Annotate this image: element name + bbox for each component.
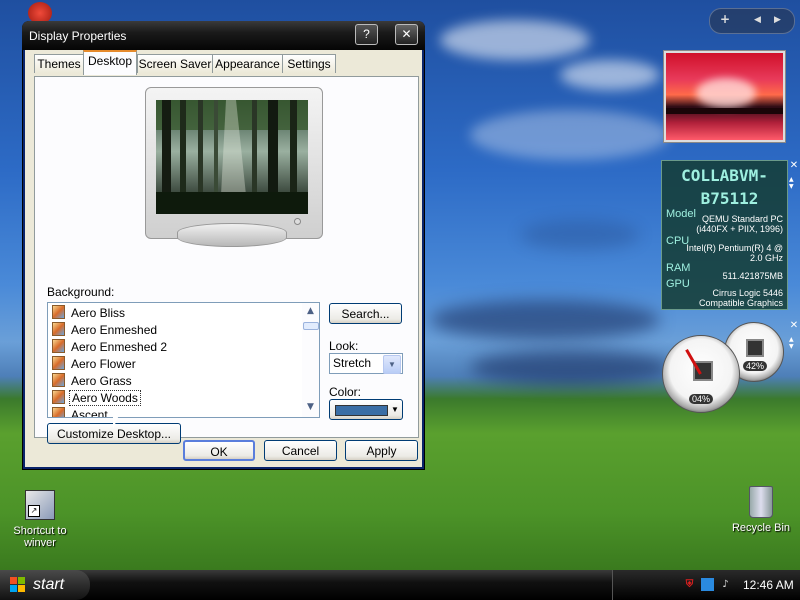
wallpaper-preview — [156, 100, 308, 214]
cloud — [470, 350, 670, 385]
list-scrollbar[interactable]: ▲ ▼ — [302, 303, 319, 417]
cpu-gauge: 04% — [662, 335, 740, 413]
image-file-icon — [52, 373, 65, 387]
model-value: QEMU Standard PC (i440FX + PIIX, 1996) — [696, 214, 783, 234]
look-value: Stretch — [333, 356, 372, 370]
gpu-label: GPU — [666, 278, 690, 290]
image-file-icon — [52, 356, 65, 370]
security-shield-icon[interactable]: ⛨ — [683, 578, 696, 591]
monitor-preview — [145, 87, 323, 247]
memory-percent: 42% — [743, 361, 768, 371]
tab-desktop[interactable]: Desktop — [83, 50, 137, 75]
cloud — [470, 110, 670, 160]
slideshow-photo — [666, 53, 783, 140]
desktop-icon-recycle-bin[interactable]: Recycle Bin — [728, 486, 794, 534]
scroll-up-icon[interactable]: ▲ — [302, 303, 319, 319]
chevron-down-icon: ▼ — [391, 405, 399, 414]
system-tray: ⛨ ♪ 12:46 AM — [612, 570, 800, 600]
recycle-bin-label: Recycle Bin — [731, 522, 791, 534]
shortcut-label-2: winver — [24, 537, 56, 549]
gadget-scroll-icon[interactable]: ▲ ▼ — [789, 176, 797, 190]
tab-appearance[interactable]: Appearance — [212, 54, 283, 73]
sidebar-controls: + ◀ ▶ — [709, 8, 795, 34]
apply-button[interactable]: Apply — [345, 440, 418, 461]
list-item[interactable]: Aero Flower — [52, 356, 292, 373]
cloud — [520, 220, 640, 250]
search-button[interactable]: Search... — [329, 303, 402, 324]
tab-themes[interactable]: Themes — [34, 54, 84, 73]
image-file-icon — [52, 407, 65, 417]
ok-button[interactable]: OK — [183, 440, 255, 461]
monitor-bezel — [145, 87, 323, 239]
color-swatch — [335, 405, 388, 416]
recycle-bin-icon — [749, 486, 773, 518]
add-gadget-button[interactable]: + — [720, 12, 730, 26]
ram-value: 511.421875MB — [722, 271, 783, 281]
display-properties-window: Display Properties ? ✕ Themes Desktop Sc… — [22, 21, 425, 470]
color-picker-button[interactable]: ▼ — [329, 399, 403, 420]
list-item[interactable]: Aero Bliss — [52, 305, 292, 322]
look-label: Look: — [329, 339, 359, 353]
window-title: Display Properties — [29, 29, 127, 43]
gadget-close-icon[interactable]: ✕ — [789, 160, 799, 172]
dialog-client: Themes Desktop Screen Saver Appearance S… — [25, 50, 422, 467]
cpu-percent: 04% — [689, 394, 714, 404]
image-file-icon — [52, 305, 65, 319]
scroll-down-icon[interactable]: ▼ — [302, 399, 319, 415]
list-item[interactable]: Ascent — [52, 407, 292, 417]
gadget-scroll-icon[interactable]: ▲ ▼ — [789, 336, 797, 350]
prev-gadget-button[interactable]: ◀ — [754, 15, 761, 25]
model-label: Model — [666, 208, 696, 220]
tab-screen-saver[interactable]: Screen Saver — [137, 54, 213, 73]
monitor-power-led — [294, 218, 301, 225]
chevron-down-icon[interactable]: ▼ — [383, 355, 401, 374]
cloud — [440, 20, 590, 60]
gpu-value: Cirrus Logic 5446 Compatible Graphics — [698, 288, 783, 308]
cancel-button[interactable]: Cancel — [264, 440, 337, 461]
list-item[interactable]: Aero Enmeshed — [52, 322, 292, 339]
forest-wallpaper-image — [156, 100, 308, 214]
gadget-close-icon[interactable]: ✕ — [789, 320, 799, 332]
next-gadget-button[interactable]: ▶ — [774, 15, 781, 25]
shortcut-label: Shortcut to — [13, 525, 67, 537]
title-bar[interactable]: Display Properties ? ✕ — [22, 21, 425, 50]
clock[interactable]: 12:46 AM — [743, 578, 794, 592]
monitor-stand — [177, 223, 287, 247]
volume-icon[interactable]: ♪ — [719, 578, 732, 591]
desktop-tab-panel: Background: Aero Bliss Aero Enmeshed Aer… — [34, 76, 419, 444]
close-button[interactable]: ✕ — [395, 24, 418, 45]
shortcut-icon: ↗ — [25, 490, 55, 520]
desktop-icon-winver-shortcut[interactable]: ↗ Shortcut to winver — [8, 490, 72, 549]
ram-label: RAM — [666, 262, 691, 274]
help-button[interactable]: ? — [355, 24, 378, 45]
background-list[interactable]: Aero Bliss Aero Enmeshed Aero Enmeshed 2… — [47, 302, 320, 418]
cloud — [560, 60, 660, 90]
hostname-line-2: B75112 — [700, 189, 759, 208]
system-info-gadget[interactable]: COLLABVM- B75112 Model QEMU Standard PC(… — [661, 160, 788, 310]
mouse-cursor-icon — [113, 415, 119, 429]
taskbar: start ? ⇩ ⛨ ♪ 12:46 AM — [0, 570, 800, 600]
list-item-selected[interactable]: Aero Woods — [52, 390, 292, 407]
image-file-icon — [52, 339, 65, 353]
tab-settings[interactable]: Settings — [282, 54, 336, 73]
hostname-line-1: COLLABVM- — [681, 166, 768, 185]
cpu-value: Intel(R) Pentium(R) 4 @2.0 GHz — [686, 243, 783, 263]
network-icon[interactable] — [701, 578, 714, 591]
cloud — [430, 300, 660, 340]
slideshow-gadget[interactable] — [663, 50, 786, 143]
start-button[interactable]: start — [0, 570, 90, 600]
windows-logo-icon — [10, 577, 25, 592]
start-label: start — [33, 576, 65, 593]
image-file-icon — [52, 322, 65, 336]
image-file-icon — [52, 390, 65, 404]
list-item[interactable]: Aero Enmeshed 2 — [52, 339, 292, 356]
background-label: Background: — [47, 285, 115, 299]
color-label: Color: — [329, 385, 362, 399]
look-select[interactable]: Stretch ▼ — [329, 353, 403, 374]
memory-chip-icon — [746, 339, 764, 357]
list-item[interactable]: Aero Grass — [52, 373, 292, 390]
scroll-thumb[interactable] — [303, 322, 319, 330]
